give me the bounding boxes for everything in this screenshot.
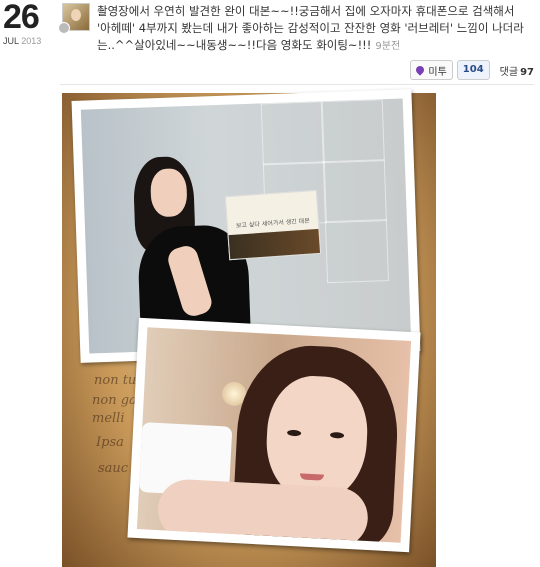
- wall-tile: [260, 101, 325, 166]
- post-body: 촬영장에서 우연히 발견한 완이 대본~~!!궁금해서 집에 오자마자 휴대폰으…: [97, 4, 524, 52]
- post-month: JUL: [3, 36, 19, 46]
- script-text: melli: [92, 411, 125, 426]
- map-pin-icon: [414, 64, 427, 76]
- wall-tile: [320, 99, 385, 164]
- status-dot-icon: [58, 22, 70, 34]
- date-block: 26 JUL 2013: [3, 0, 59, 46]
- polaroid-photo-1: 보고 싶다 세어가서 생긴 대본: [71, 89, 421, 363]
- post-day: 26: [3, 0, 40, 36]
- post-text: 촬영장에서 우연히 발견한 완이 대본~~!!궁금해서 집에 오자마자 휴대폰으…: [97, 3, 527, 55]
- comments-link[interactable]: 댓글 97: [500, 63, 534, 78]
- photo-1-image: 보고 싶다 세어가서 생긴 대본: [80, 98, 412, 354]
- metoo-label: 미투: [428, 66, 447, 78]
- post-time: 9분전: [375, 41, 401, 52]
- person-face: [149, 168, 188, 218]
- avatar-face: [71, 9, 81, 21]
- booklet-band: [228, 228, 321, 260]
- divider: [60, 84, 534, 85]
- comments-count: 97: [520, 66, 534, 78]
- post-actions: 미투 104 댓글 97: [410, 60, 534, 80]
- script-text: sauc: [98, 461, 129, 476]
- metoo-count[interactable]: 104: [456, 60, 490, 80]
- photo-2-image: [136, 327, 412, 543]
- post-year: 2013: [21, 36, 42, 46]
- comments-label: 댓글: [499, 66, 519, 78]
- script-booklet: 보고 싶다 세어가서 생긴 대본: [224, 189, 322, 261]
- post-month-year: JUL 2013: [3, 36, 59, 46]
- person-arm: [156, 478, 370, 543]
- booklet-title: 보고 싶다 세어가서 생긴 대본: [235, 217, 310, 230]
- metoo-button[interactable]: 미투: [410, 60, 453, 80]
- wall-tile: [322, 159, 387, 224]
- script-text: Ipsa: [96, 435, 124, 450]
- polaroid-photo-2: [127, 317, 421, 553]
- wall-tile: [324, 219, 390, 284]
